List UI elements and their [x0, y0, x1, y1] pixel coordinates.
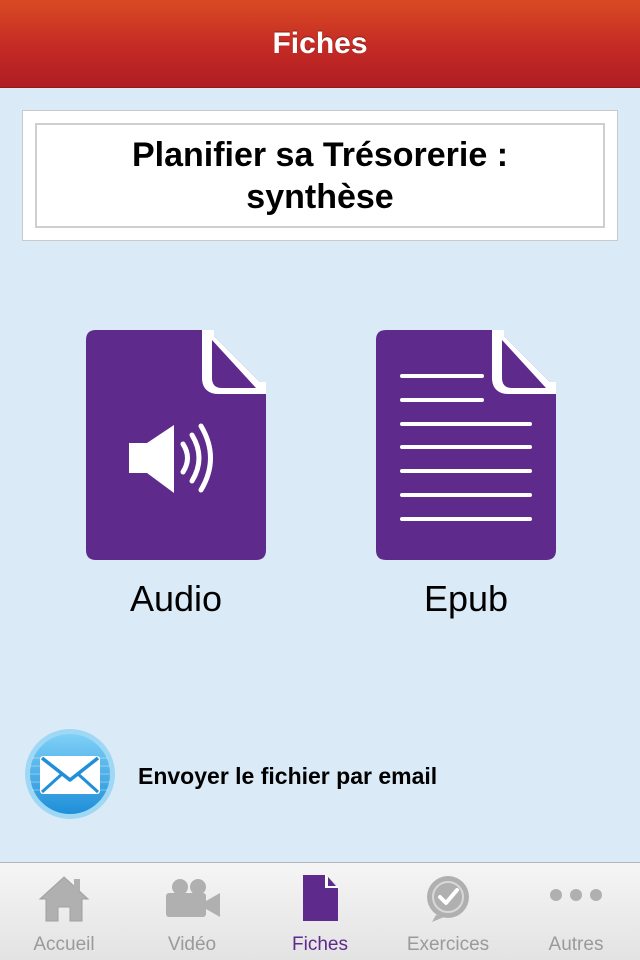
tab-label-video: Vidéo: [167, 934, 217, 955]
tab-fiches[interactable]: Fiches: [256, 863, 384, 960]
tab-label-fiches: Fiches: [292, 934, 348, 955]
home-icon: [36, 873, 92, 934]
audio-file-icon: [86, 330, 266, 560]
epub-file-label: Epub: [423, 578, 509, 619]
tab-video[interactable]: Vidéo: [128, 863, 256, 960]
navigation-bar: Fiches: [0, 0, 640, 88]
tab-label-exercices: Exercices: [406, 934, 490, 955]
tab-accueil[interactable]: Accueil: [0, 863, 128, 960]
epub-file-button[interactable]: Epub: [376, 330, 556, 620]
sheet-title: Planifier sa Trésorerie : synthèse: [131, 135, 509, 216]
audio-file-label: Audio: [129, 578, 223, 619]
sheet-title-card: Planifier sa Trésorerie : synthèse: [22, 110, 618, 241]
check-bubble-icon: [422, 873, 474, 934]
tab-label-accueil: Accueil: [33, 934, 95, 955]
send-email-label: Envoyer le fichier par email: [138, 762, 438, 789]
send-email-button[interactable]: Envoyer le fichier par email: [24, 728, 438, 825]
tab-label-autres: Autres: [548, 934, 604, 955]
document-icon: [300, 873, 340, 934]
video-camera-icon: [160, 873, 224, 934]
tab-bar: Accueil Vidéo Fiches Exercices Autres: [0, 862, 640, 960]
envelope-icon: [24, 728, 116, 825]
tab-exercices[interactable]: Exercices: [384, 863, 512, 960]
more-dots-icon: [544, 873, 608, 934]
page-title: Fiches: [272, 26, 368, 60]
audio-file-button[interactable]: Audio: [86, 330, 266, 620]
document-file-icon: [376, 330, 556, 560]
tab-autres[interactable]: Autres: [512, 863, 640, 960]
sheet-title-frame: Planifier sa Trésorerie : synthèse: [35, 123, 605, 228]
